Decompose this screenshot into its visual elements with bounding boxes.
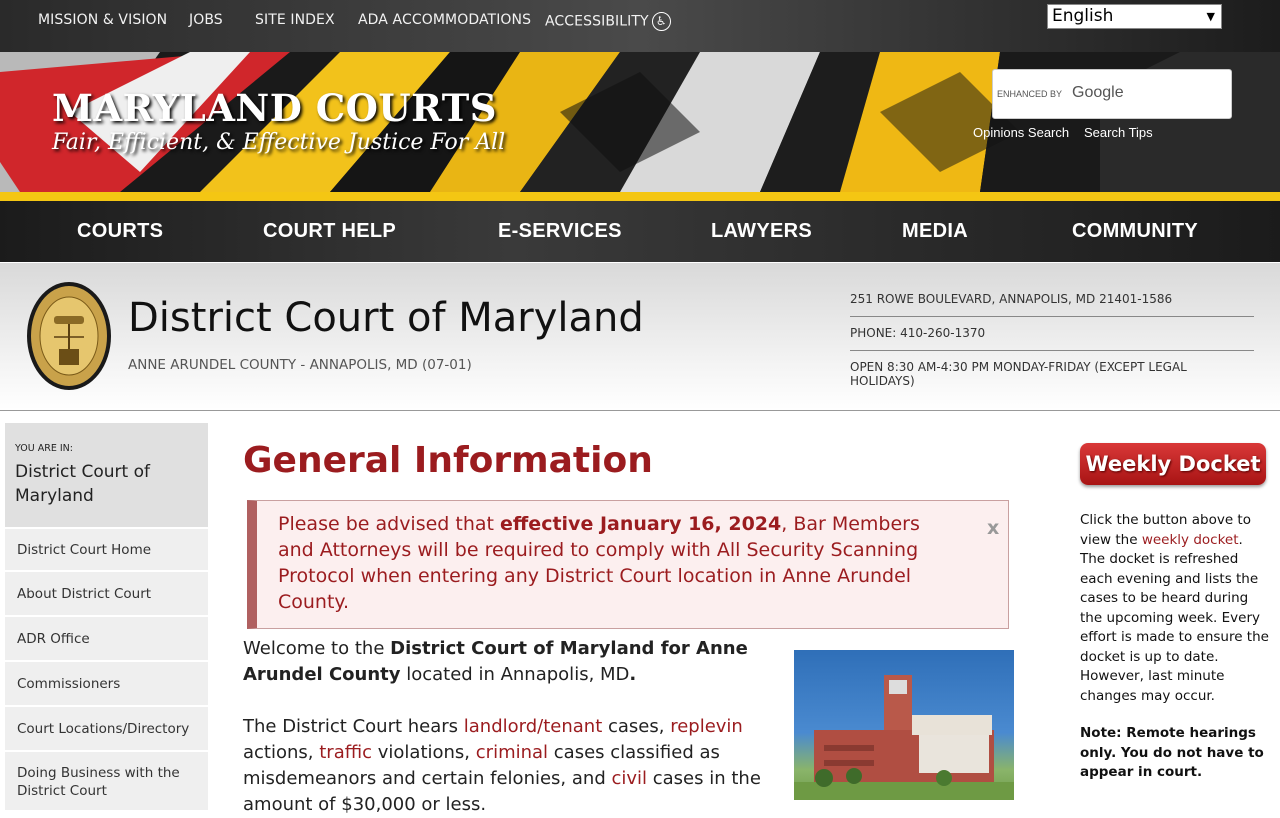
sidebar-item-court-locations[interactable]: Court Locations/Directory [5,705,208,750]
courthouse-photo [794,650,1014,800]
breadcrumb: YOU ARE IN: District Court of Maryland [5,423,208,527]
alert-text: Please be advised that effective January… [278,511,953,615]
close-icon[interactable]: x [987,517,999,539]
jurisdiction-text-1: The District Court hears [243,716,464,737]
court-name: District Court of Maryland [128,295,644,341]
jurisdiction-text-2: cases, [602,716,671,737]
info-divider [850,316,1254,317]
jurisdiction-paragraph: The District Court hears landlord/tenant… [243,714,788,818]
sidebar-item-doing-business[interactable]: Doing Business with the District Court [5,750,208,810]
traffic-link[interactable]: traffic [319,742,372,763]
court-phone: PHONE: 410-260-1370 [850,326,986,340]
you-are-in-label: YOU ARE IN: [15,443,73,454]
nav-media[interactable]: MEDIA [902,220,968,243]
utility-bar: MISSION & VISION JOBS SITE INDEX ADA ACC… [0,0,1280,52]
remote-hearing-note: Note: Remote hearings only. You do not h… [1080,725,1264,780]
sidebar: YOU ARE IN: District Court of Maryland D… [5,423,208,810]
current-section: District Court of Maryland [15,462,150,506]
courthouse-illustration [794,675,1014,800]
welcome-paragraph: Welcome to the District Court of Marylan… [243,636,788,688]
page-title: General Information [243,440,653,481]
criminal-link[interactable]: criminal [476,742,548,763]
site-tagline: Fair, Efficient, & Effective Justice For… [52,130,506,155]
docket-desc-post: . The docket is refreshed each evening a… [1080,531,1269,704]
site-banner: MARYLAND COURTS Fair, Efficient, & Effec… [0,52,1280,192]
info-divider [850,350,1254,351]
site-title[interactable]: MARYLAND COURTS [52,86,497,130]
nav-community[interactable]: COMMUNITY [1072,220,1198,243]
civil-link[interactable]: civil [611,768,647,789]
nav-site-index[interactable]: SITE INDEX [255,12,335,28]
welcome-post: located in Annapolis, MD [400,664,630,685]
court-hours: OPEN 8:30 AM-4:30 PM MONDAY-FRIDAY (EXCE… [850,360,1187,388]
landlord-tenant-link[interactable]: landlord/tenant [464,716,603,737]
replevin-link[interactable]: replevin [670,716,743,737]
language-selected: English [1052,6,1114,26]
chevron-down-icon: ▼ [1206,10,1215,23]
docket-description: Click the button above to view the weekl… [1080,511,1270,706]
sidebar-item-commissioners[interactable]: Commissioners [5,660,208,705]
nav-ada-accommodations[interactable]: ADA ACCOMMODATIONS [358,12,531,28]
district-court-seal [27,282,111,390]
security-alert: Please be advised that effective January… [247,500,1009,629]
search-input[interactable]: ENHANCED BY Google [992,69,1232,119]
sidebar-item-district-court-home[interactable]: District Court Home [5,527,208,570]
alert-date: effective January 16, 2024 [500,513,782,535]
court-location: ANNE ARUNDEL COUNTY - ANNAPOLIS, MD (07-… [128,357,472,373]
nav-court-help[interactable]: COURT HELP [263,220,396,243]
search-tips-link[interactable]: Search Tips [1084,125,1153,140]
accessibility-label: ACCESSIBILITY [545,13,649,30]
nav-lawyers[interactable]: LAWYERS [711,220,812,243]
search-enhanced-label: ENHANCED BY [997,89,1063,99]
weekly-docket-link[interactable]: weekly docket [1142,532,1239,548]
jurisdiction-text-3: actions, [243,742,320,763]
court-header: District Court of Maryland ANNE ARUNDEL … [0,263,1280,411]
opinions-search-link[interactable]: Opinions Search [973,125,1069,140]
google-logo: Google [1072,84,1124,101]
nav-accessibility[interactable]: ACCESSIBILITY ♿ [545,12,671,31]
accessibility-icon: ♿ [651,12,671,31]
welcome-end: . [629,664,637,685]
nav-mission-vision[interactable]: MISSION & VISION [38,12,167,28]
nav-courts[interactable]: COURTS [77,220,163,243]
sidebar-item-adr-office[interactable]: ADR Office [5,615,208,660]
welcome-pre: Welcome to the [243,638,391,659]
language-select[interactable]: English ▼ [1047,4,1222,29]
jurisdiction-text-4: violations, [372,742,476,763]
nav-accent-stripe [0,192,1280,201]
nav-jobs[interactable]: JOBS [189,12,223,28]
alert-text-pre: Please be advised that [278,513,501,535]
weekly-docket-button[interactable]: Weekly Docket [1080,443,1266,485]
court-address: 251 ROWE BOULEVARD, ANNAPOLIS, MD 21401-… [850,292,1173,306]
sidebar-item-about[interactable]: About District Court [5,570,208,615]
main-navigation: COURTS COURT HELP E-SERVICES LAWYERS MED… [0,201,1280,262]
nav-e-services[interactable]: E-SERVICES [498,220,622,243]
